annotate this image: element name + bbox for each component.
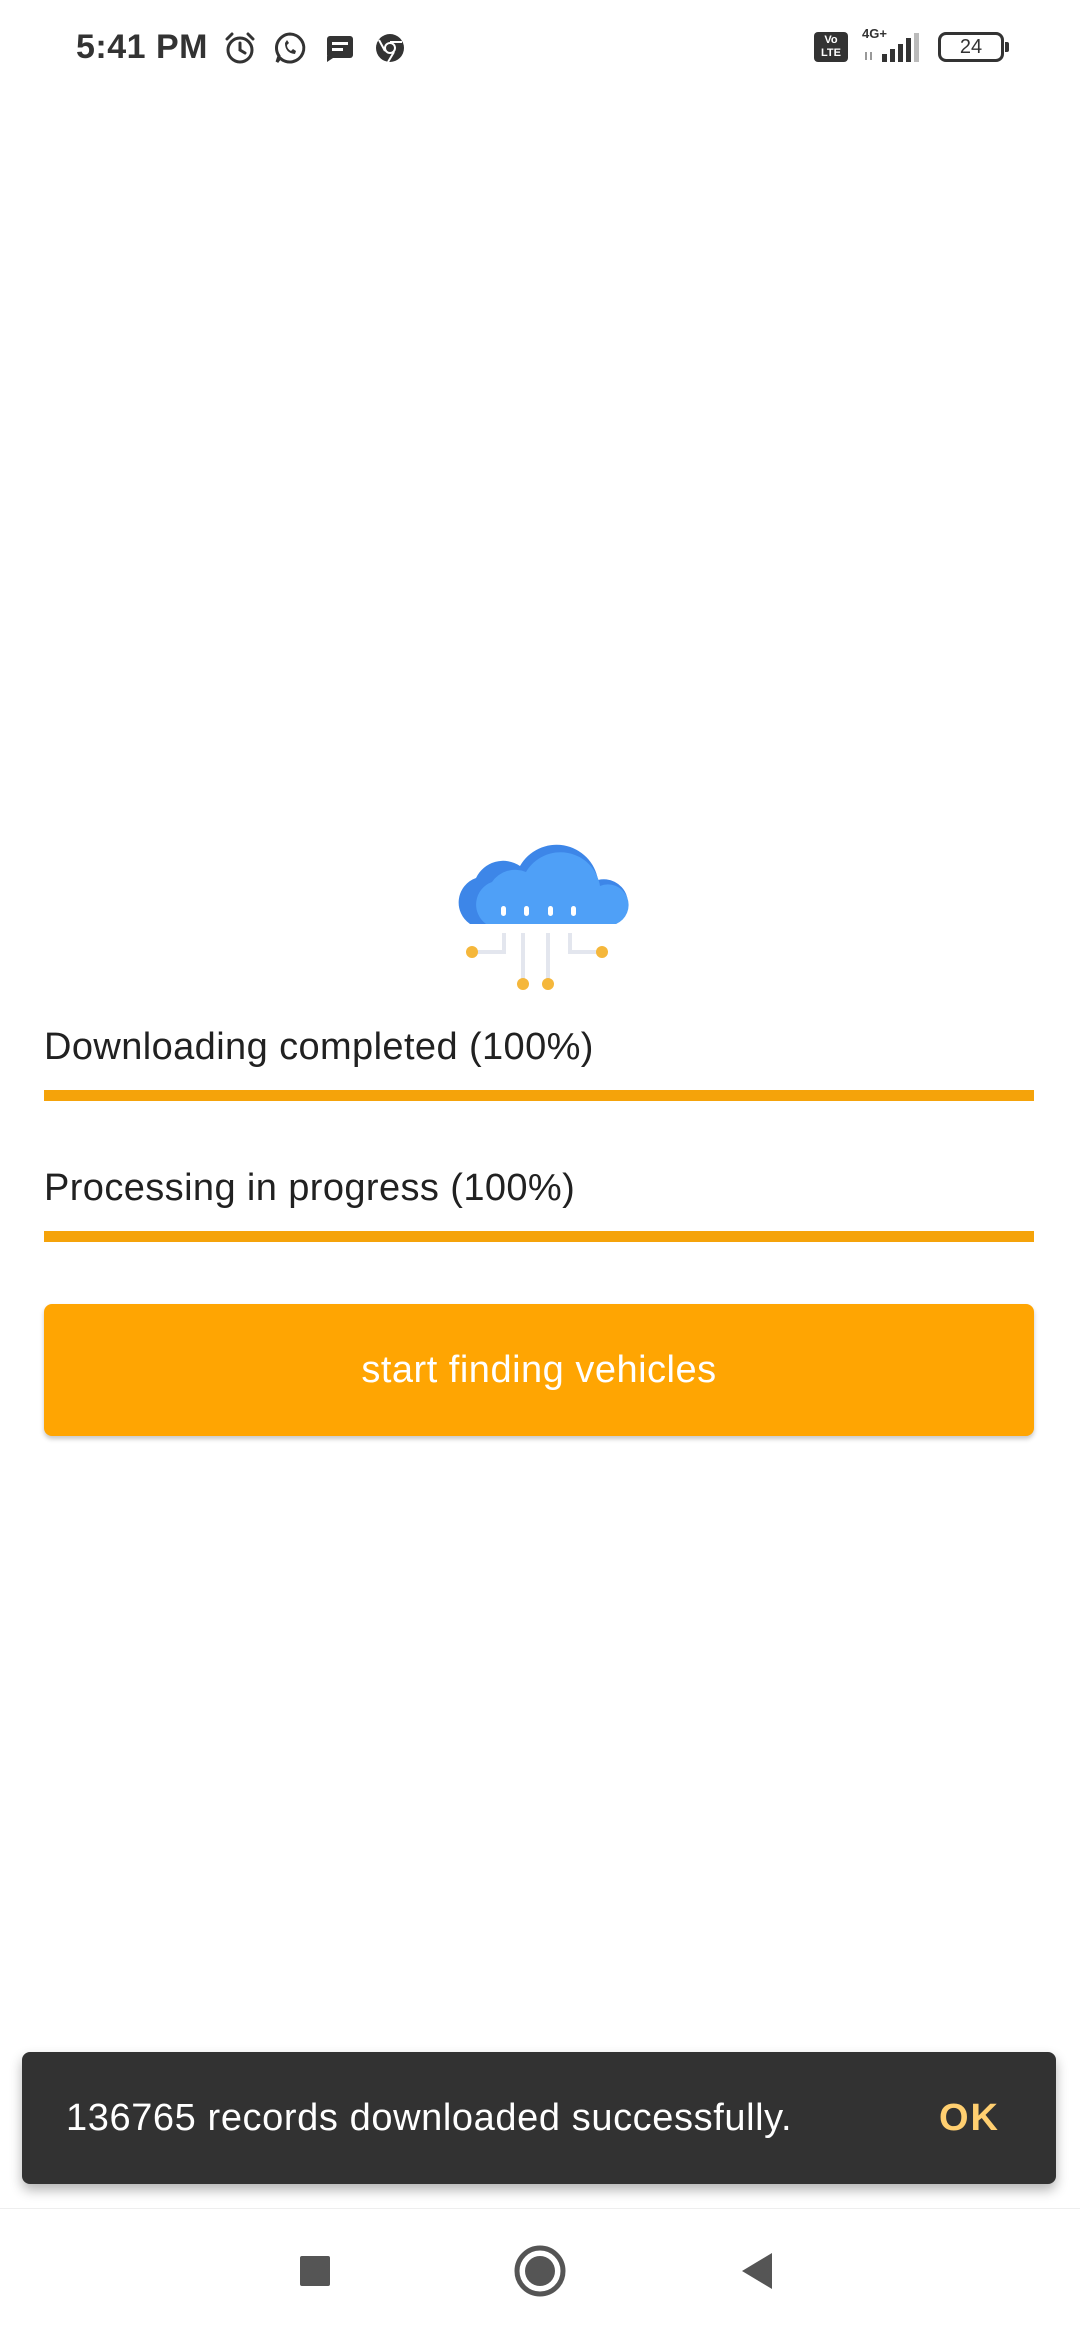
download-progress-fill [44,1090,1034,1101]
back-button[interactable] [718,2233,798,2313]
home-button[interactable] [500,2233,580,2313]
snackbar-message: 136765 records downloaded successfully. [66,2097,793,2139]
snackbar-ok-button[interactable]: OK [939,2052,1000,2184]
volte-icon: Vo LTE [814,32,848,62]
start-finding-vehicles-button[interactable]: start finding vehicles [44,1304,1034,1436]
signal-icon: 4G+ [862,26,924,64]
chrome-icon [372,30,408,66]
back-icon [738,2251,778,2296]
recents-button[interactable] [275,2233,355,2313]
recents-icon [298,2254,332,2293]
notification-icons [222,30,408,66]
battery-icon: 24 [938,32,1009,62]
processing-progress-fill [44,1231,1034,1242]
status-bar: 5:41 PM Vo LTE 4G+ 24 [0,0,1080,96]
processing-progress-bar [44,1231,1034,1242]
navigation-bar [0,2208,1080,2341]
home-icon [513,2244,567,2303]
whatsapp-icon [272,30,308,66]
processing-progress-label: Processing in progress (100%) [44,1167,576,1209]
download-progress-bar [44,1090,1034,1101]
system-icons: Vo LTE 4G+ 24 [814,26,1009,64]
snackbar: 136765 records downloaded successfully. … [22,2052,1056,2184]
cloud-download-icon [440,820,640,1000]
download-progress-label: Downloading completed (100%) [44,1026,594,1068]
message-icon [322,30,358,66]
alarm-icon [222,30,258,66]
status-time: 5:41 PM [76,28,208,66]
